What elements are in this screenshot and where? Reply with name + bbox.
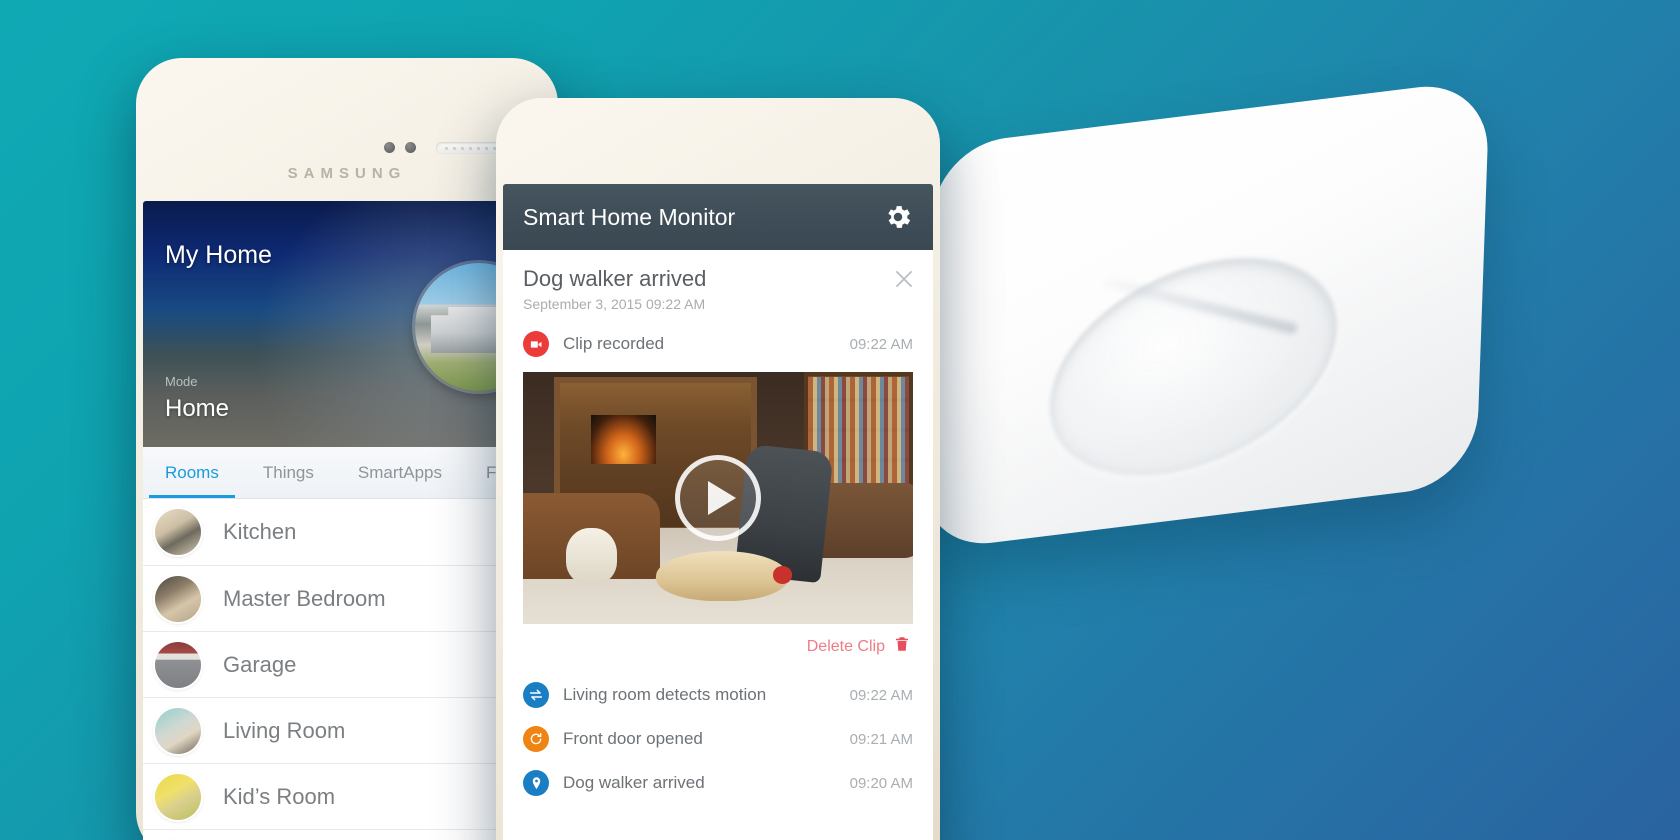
hub-top-face bbox=[920, 78, 1490, 552]
light-sensor-dot bbox=[405, 142, 416, 153]
activity-row[interactable]: Front door opened 09:21 AM bbox=[503, 717, 933, 761]
hub-logo-emboss bbox=[1042, 228, 1344, 506]
event-detail-header: Dog walker arrived September 3, 2015 09:… bbox=[503, 250, 933, 322]
smartthings-hub-image bbox=[905, 75, 1545, 595]
clip-video-thumbnail[interactable] bbox=[523, 372, 913, 624]
room-thumbnail-icon bbox=[155, 707, 201, 754]
hub-logo-slash bbox=[1101, 276, 1299, 335]
phone-front-device: SAMSUNG Smart Home Monitor Dog walker ar… bbox=[492, 94, 944, 840]
rooms-tab-bar[interactable]: Rooms Things SmartApps Fa bbox=[143, 447, 551, 499]
room-name: Living Room bbox=[223, 717, 346, 743]
close-icon[interactable] bbox=[891, 266, 917, 292]
page-title: My Home bbox=[165, 241, 272, 269]
room-name: Garage bbox=[223, 651, 297, 677]
my-home-hero: My Home Mode Home bbox=[143, 201, 551, 447]
hub-side-face bbox=[930, 340, 1480, 560]
video-camera-icon bbox=[523, 331, 549, 357]
room-name: Master Bedroom bbox=[223, 585, 386, 611]
clip-recorded-time: 09:22 AM bbox=[849, 335, 913, 353]
activity-label: Dog walker arrived bbox=[563, 773, 705, 792]
event-detail-panel: Dog walker arrived September 3, 2015 09:… bbox=[503, 250, 933, 805]
app-bar-title: Smart Home Monitor bbox=[523, 203, 736, 230]
list-item[interactable]: Living Room bbox=[143, 697, 551, 763]
event-title: Dog walker arrived bbox=[523, 266, 707, 291]
activity-time: 09:20 AM bbox=[849, 774, 913, 792]
back-phone-screen: My Home Mode Home Rooms Things SmartApps… bbox=[143, 201, 551, 840]
rooms-list: Kitchen Master Bedroom Garage Living Roo… bbox=[143, 499, 551, 840]
activity-row[interactable]: Living room detects motion 09:22 AM bbox=[503, 673, 933, 717]
proximity-sensor-dot bbox=[384, 142, 395, 153]
app-bar: Smart Home Monitor bbox=[503, 184, 933, 250]
list-item[interactable]: Master Bedroom bbox=[143, 565, 551, 631]
activity-row[interactable]: Dog walker arrived 09:20 AM bbox=[503, 761, 933, 805]
activity-time: 09:21 AM bbox=[849, 730, 913, 748]
list-item[interactable]: Laundry Room bbox=[143, 829, 551, 840]
activity-label: Living room detects motion bbox=[563, 685, 767, 704]
clip-recorded-row[interactable]: Clip recorded 09:22 AM bbox=[503, 322, 933, 366]
activity-label: Front door opened bbox=[563, 729, 703, 748]
play-icon[interactable] bbox=[675, 455, 761, 541]
list-item[interactable]: Kitchen bbox=[143, 499, 551, 565]
mode-label: Mode bbox=[165, 374, 198, 389]
play-triangle bbox=[708, 481, 736, 515]
gear-icon[interactable] bbox=[883, 202, 913, 232]
clip-recorded-label: Clip recorded bbox=[563, 334, 665, 353]
room-thumbnail-icon bbox=[155, 509, 201, 555]
room-thumbnail-icon bbox=[155, 641, 201, 688]
room-name: Kid’s Room bbox=[223, 783, 336, 809]
door-contact-icon bbox=[523, 726, 549, 752]
list-item[interactable]: Kid’s Room bbox=[143, 763, 551, 829]
presence-pin-icon bbox=[523, 770, 549, 796]
back-phone-sensors bbox=[384, 142, 416, 153]
tab-things[interactable]: Things bbox=[241, 447, 336, 498]
tab-rooms[interactable]: Rooms bbox=[143, 447, 241, 498]
delete-clip-button[interactable]: Delete Clip bbox=[503, 624, 933, 667]
tab-smartapps[interactable]: SmartApps bbox=[336, 447, 464, 498]
mode-value[interactable]: Home bbox=[165, 395, 229, 423]
activity-time: 09:22 AM bbox=[849, 686, 913, 704]
list-item[interactable]: Garage bbox=[143, 631, 551, 697]
room-thumbnail-icon bbox=[155, 575, 201, 622]
delete-clip-label: Delete Clip bbox=[806, 637, 885, 655]
back-phone-brand-logo: SAMSUNG bbox=[287, 165, 407, 182]
room-name: Kitchen bbox=[223, 519, 297, 544]
scene: SAMSUNG My Home Mode Home Rooms Things S… bbox=[0, 0, 1680, 840]
motion-sensor-icon bbox=[523, 682, 549, 708]
room-thumbnail-icon bbox=[155, 773, 201, 820]
trash-icon[interactable] bbox=[893, 634, 911, 659]
front-phone-screen: Smart Home Monitor Dog walker arrived Se… bbox=[503, 184, 933, 840]
event-timestamp: September 3, 2015 09:22 AM bbox=[523, 296, 706, 312]
phone-back-device: SAMSUNG My Home Mode Home Rooms Things S… bbox=[132, 54, 580, 840]
